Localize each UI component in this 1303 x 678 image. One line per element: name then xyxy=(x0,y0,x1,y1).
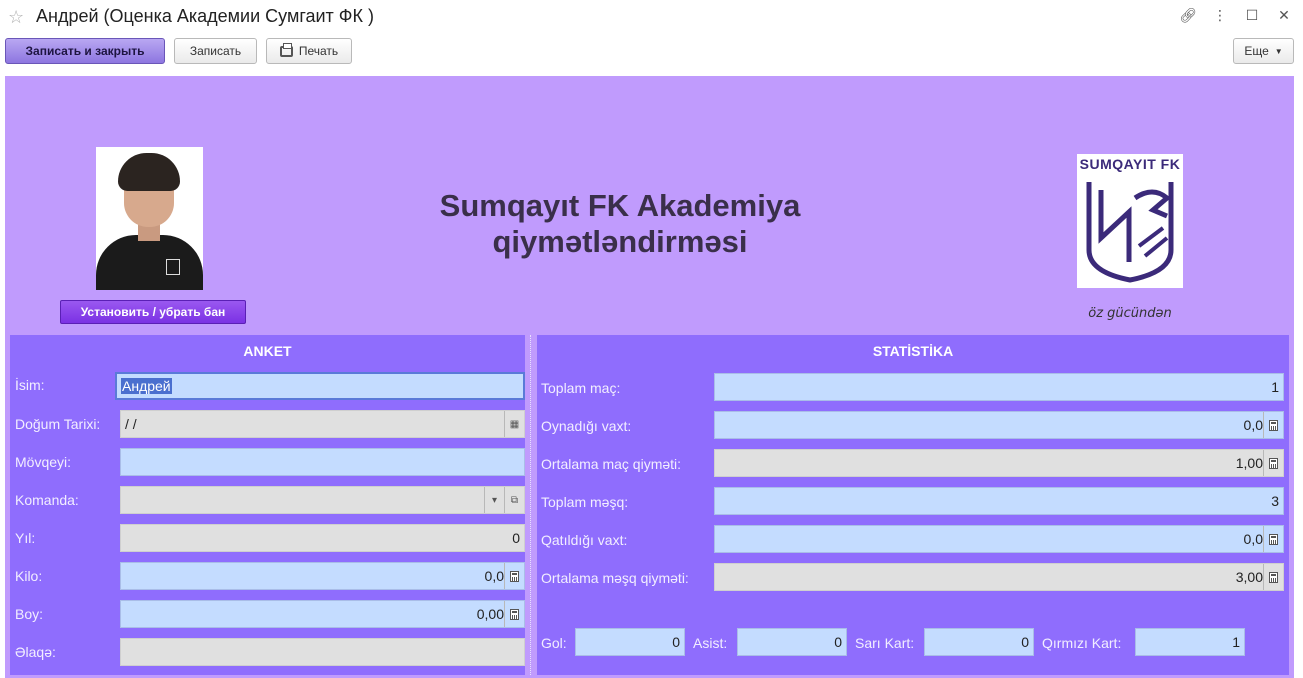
contact-field[interactable] xyxy=(120,638,525,666)
more-button-label: Еще xyxy=(1244,44,1269,58)
assists-label: Asist: xyxy=(693,635,728,651)
club-slogan: öz gücündən xyxy=(1088,306,1172,321)
avg-training-label: Ortalama məşq qiymәti: xyxy=(541,570,689,586)
total-training-field[interactable]: 3 xyxy=(714,487,1284,515)
evaluation-form: Установить / убрать бан Sumqayıt FK Akad… xyxy=(5,76,1294,678)
page-title-line1: Sumqayıt FK Akademiya xyxy=(439,188,801,223)
red-card-value: 1 xyxy=(1232,634,1240,650)
panel-divider xyxy=(530,335,532,675)
page-title-line2: qiymətləndirməsi xyxy=(492,224,748,259)
name-value: Андрей xyxy=(121,378,172,394)
avg-match-label: Ortalama maç qiymәti: xyxy=(541,456,682,472)
print-button[interactable]: Печать xyxy=(266,38,352,64)
save-button[interactable]: Записать xyxy=(174,38,257,64)
height-label: Boy: xyxy=(15,606,44,622)
more-button[interactable]: Еще ▼ xyxy=(1233,38,1294,64)
calculator-icon[interactable] xyxy=(1263,450,1283,476)
statistika-panel: STATİSTİKA Toplam maç: 1 Oynadığı vaxt: … xyxy=(537,335,1289,675)
toolbar: Записать и закрыть Записать Печать Еще ▼ xyxy=(0,38,1303,68)
more-vertical-icon[interactable]: ⋮ xyxy=(1211,8,1229,24)
window-titlebar: ☆ Андрей (Оценка Академии Сумгаит ФК ) 🔗… xyxy=(0,0,1303,36)
logo-text: SUMQAYIT FK xyxy=(1079,156,1181,172)
weight-label: Kilo: xyxy=(15,568,43,584)
avg-match-value: 1,00 xyxy=(1235,455,1263,471)
played-time-field[interactable]: 0,0 xyxy=(714,411,1284,439)
ban-toggle-button[interactable]: Установить / убрать бан xyxy=(60,300,246,324)
position-label: Mövqeyi: xyxy=(15,454,72,470)
printer-icon xyxy=(279,42,293,57)
anket-panel: ANKET İsim: Андрей Doğum Tarixi: / / ▦ M… xyxy=(10,335,525,675)
calculator-icon[interactable] xyxy=(504,601,524,627)
name-label: İsim: xyxy=(15,377,45,393)
anket-title: ANKET xyxy=(243,343,292,359)
position-field[interactable] xyxy=(120,448,525,476)
window-title: Андрей (Оценка Академии Сумгаит ФК ) xyxy=(36,6,374,26)
goals-value: 0 xyxy=(672,634,680,650)
print-button-label: Печать xyxy=(298,44,339,58)
dob-label: Doğum Tarixi: xyxy=(15,416,101,432)
total-training-value: 3 xyxy=(1271,493,1279,509)
dob-field[interactable]: / / ▦ xyxy=(120,410,525,438)
team-field[interactable]: ▾ ⧉ xyxy=(120,486,525,514)
red-card-label: Qırmızı Kart: xyxy=(1042,635,1122,651)
height-value: 0,00 xyxy=(476,606,504,622)
close-icon[interactable]: ✕ xyxy=(1275,8,1293,24)
club-crest-icon xyxy=(1086,182,1174,283)
avg-match-field[interactable]: 1,00 xyxy=(714,449,1284,477)
yellow-card-label: Sarı Kart: xyxy=(855,635,915,651)
year-field[interactable]: 0 xyxy=(120,524,525,552)
avg-training-field[interactable]: 3,00 xyxy=(714,563,1284,591)
played-time-value: 0,0 xyxy=(1243,417,1263,433)
chevron-down-icon: ▼ xyxy=(1274,46,1283,56)
calculator-icon[interactable] xyxy=(1263,412,1283,438)
total-matches-field[interactable]: 1 xyxy=(714,373,1284,401)
total-matches-label: Toplam maç: xyxy=(541,380,621,396)
avg-training-value: 3,00 xyxy=(1235,569,1263,585)
yellow-card-field[interactable]: 0 xyxy=(924,628,1034,656)
attended-time-label: Qatıldığı vaxt: xyxy=(541,532,628,548)
assists-value: 0 xyxy=(834,634,842,650)
open-icon[interactable]: ⧉ xyxy=(504,487,524,513)
weight-field[interactable]: 0,0 xyxy=(120,562,525,590)
total-matches-value: 1 xyxy=(1271,379,1279,395)
goals-label: Gol: xyxy=(541,635,567,651)
weight-value: 0,0 xyxy=(484,568,504,584)
team-label: Komanda: xyxy=(15,492,79,508)
star-icon[interactable]: ☆ xyxy=(8,7,24,28)
attended-time-value: 0,0 xyxy=(1243,531,1263,547)
attended-time-field[interactable]: 0,0 xyxy=(714,525,1284,553)
maximize-icon[interactable]: ☐ xyxy=(1243,8,1261,24)
assists-field[interactable]: 0 xyxy=(737,628,847,656)
page-title: Sumqayıt FK Akademiya qiymətləndirməsi xyxy=(425,188,815,260)
year-label: Yıl: xyxy=(15,530,36,546)
height-field[interactable]: 0,00 xyxy=(120,600,525,628)
goals-field[interactable]: 0 xyxy=(575,628,685,656)
window-controls: 🔗︎ ⋮ ☐ ✕ xyxy=(1179,8,1293,24)
total-training-label: Toplam məşq: xyxy=(541,494,629,510)
calculator-icon[interactable] xyxy=(1263,526,1283,552)
calculator-icon[interactable] xyxy=(1263,564,1283,590)
red-card-field[interactable]: 1 xyxy=(1135,628,1245,656)
dropdown-icon[interactable]: ▾ xyxy=(484,487,504,513)
calendar-icon[interactable]: ▦ xyxy=(504,411,524,437)
dob-value: / / xyxy=(125,416,137,432)
name-field[interactable]: Андрей xyxy=(115,372,525,400)
year-value: 0 xyxy=(512,530,520,546)
yellow-card-value: 0 xyxy=(1021,634,1029,650)
club-logo: SUMQAYIT FK xyxy=(1077,154,1183,288)
contact-label: Əlaqə: xyxy=(15,644,56,660)
link-icon[interactable]: 🔗︎ xyxy=(1179,8,1197,24)
statistika-title: STATİSTİKA xyxy=(872,343,954,359)
calculator-icon[interactable] xyxy=(504,563,524,589)
played-time-label: Oynadığı vaxt: xyxy=(541,418,632,434)
player-photo xyxy=(96,147,203,290)
save-and-close-button[interactable]: Записать и закрыть xyxy=(5,38,165,64)
